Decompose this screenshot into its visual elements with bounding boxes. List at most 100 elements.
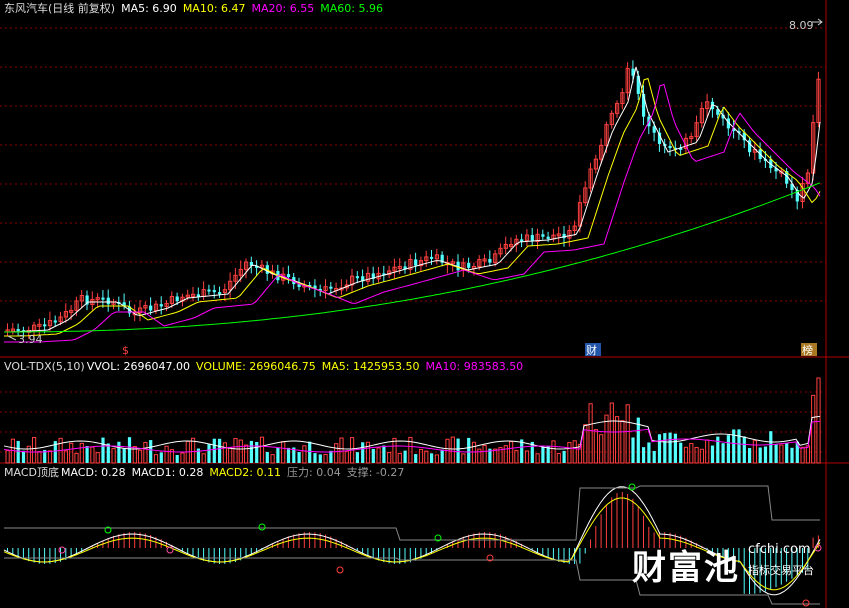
volume-bar bbox=[615, 416, 620, 464]
volume-bar bbox=[742, 436, 746, 463]
volume-bar bbox=[313, 453, 317, 463]
volume-bar bbox=[625, 404, 630, 464]
volume-bar bbox=[334, 443, 339, 464]
volume-bar bbox=[705, 439, 710, 464]
volume-bar bbox=[440, 449, 444, 463]
volume-bar bbox=[297, 452, 301, 463]
signal-marker bbox=[628, 483, 636, 491]
volume-bar bbox=[471, 441, 477, 464]
volume-bar bbox=[763, 446, 768, 463]
dividend-marker[interactable]: $ bbox=[122, 344, 129, 357]
candle-body bbox=[414, 259, 418, 266]
watermark-brand: 财富池 bbox=[632, 548, 740, 588]
volume-bar bbox=[430, 453, 434, 463]
volume-bar bbox=[201, 453, 206, 464]
volume-bar bbox=[631, 437, 635, 463]
volume-bar bbox=[218, 438, 222, 463]
volume-bar bbox=[329, 450, 333, 463]
volume-bar bbox=[461, 453, 466, 464]
volume-bar bbox=[175, 454, 179, 463]
volume-bar bbox=[101, 437, 105, 463]
volume-bar bbox=[37, 451, 42, 464]
volume-bar bbox=[371, 448, 375, 463]
kline-chart[interactable]: 8.09 3.94 $ 财 榜 bbox=[0, 0, 849, 608]
high-arrow-icon bbox=[812, 18, 823, 26]
volume-bar bbox=[541, 446, 545, 463]
signal-marker bbox=[58, 546, 66, 554]
finance-marker[interactable]: 财 bbox=[586, 343, 597, 357]
volume-bar bbox=[482, 444, 487, 464]
volume-bar bbox=[556, 452, 561, 464]
volume-bar bbox=[111, 448, 116, 464]
watermark-site: cfchi.com bbox=[748, 542, 811, 557]
volume-bar bbox=[143, 441, 148, 464]
volume-bar bbox=[683, 446, 689, 464]
volume-bar bbox=[32, 437, 37, 464]
volume-bar bbox=[493, 448, 498, 464]
volume-bar bbox=[758, 447, 762, 463]
candle-body bbox=[159, 304, 163, 307]
panel-borders bbox=[0, 0, 849, 608]
volume-bar bbox=[159, 452, 163, 463]
volume-bar bbox=[270, 454, 275, 464]
candle-body bbox=[329, 286, 333, 289]
low-arrow-icon bbox=[7, 335, 17, 341]
volume-bar bbox=[403, 450, 407, 463]
candle-body bbox=[16, 329, 20, 332]
volume-bar bbox=[689, 443, 694, 464]
volume-bar bbox=[721, 443, 725, 463]
candle-body bbox=[149, 305, 153, 311]
volume-bar bbox=[117, 441, 121, 463]
candle-body bbox=[286, 274, 291, 278]
watermark-slogan: 指标交易平台 bbox=[748, 564, 814, 577]
volume-bar bbox=[21, 450, 26, 463]
volume-bar bbox=[424, 450, 429, 464]
volume-bar bbox=[207, 444, 211, 463]
volume-bar bbox=[323, 453, 328, 464]
volume-bar bbox=[769, 431, 773, 463]
candle-body bbox=[196, 294, 200, 297]
volume-bar bbox=[434, 454, 439, 464]
volume-bar bbox=[524, 450, 530, 464]
volume-bar bbox=[180, 452, 185, 464]
volume-bar bbox=[652, 450, 656, 463]
volume-bar bbox=[785, 443, 789, 463]
high-price-label: 8.09 bbox=[789, 19, 814, 32]
candle-body bbox=[43, 324, 47, 327]
volume-bar bbox=[805, 445, 810, 464]
candle-body bbox=[430, 256, 434, 259]
candle-body bbox=[207, 289, 211, 292]
volume-bar bbox=[811, 394, 816, 464]
volume-bar bbox=[816, 377, 821, 464]
low-price-label: 3.94 bbox=[18, 333, 43, 346]
candle-body bbox=[212, 290, 216, 293]
signal-marker bbox=[802, 599, 810, 607]
volume-bar bbox=[69, 442, 74, 464]
volume-bar bbox=[376, 447, 381, 464]
volume-bar bbox=[286, 447, 291, 463]
volume-bar bbox=[382, 445, 386, 463]
volume-bar bbox=[5, 450, 10, 464]
volume-bar bbox=[642, 447, 646, 463]
volume-bar bbox=[244, 444, 249, 464]
volume-bar bbox=[647, 442, 651, 463]
volume-bar bbox=[79, 442, 84, 464]
volume-bar bbox=[276, 447, 280, 463]
volume-bar bbox=[673, 433, 677, 463]
candle-body bbox=[546, 236, 550, 239]
volume-bar bbox=[212, 438, 216, 463]
candle-body bbox=[530, 235, 534, 242]
volume-bar bbox=[450, 436, 455, 464]
volume-bar bbox=[387, 451, 392, 464]
volume-bar bbox=[599, 434, 604, 464]
ma60-line bbox=[4, 182, 821, 333]
volume-bar bbox=[679, 442, 683, 463]
volume-bar bbox=[790, 447, 794, 463]
billboard-marker[interactable]: 榜 bbox=[802, 343, 813, 357]
volume-bar bbox=[308, 441, 312, 463]
volume-bar bbox=[710, 445, 715, 463]
volume-bar bbox=[95, 452, 100, 464]
volume-bar bbox=[302, 445, 307, 464]
candlestick-series bbox=[5, 60, 821, 340]
volume-bar bbox=[748, 448, 752, 463]
